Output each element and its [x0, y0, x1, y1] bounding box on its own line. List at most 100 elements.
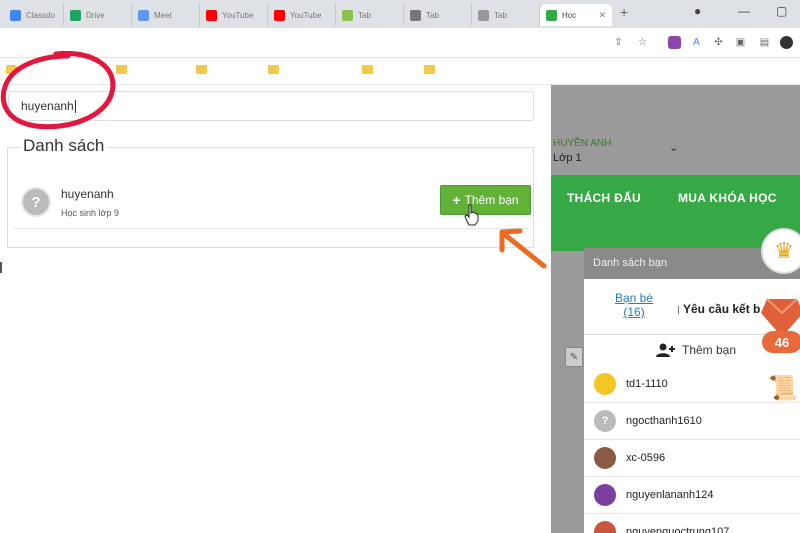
friend-avatar	[594, 484, 616, 506]
search-input-value: huyenanh	[21, 99, 74, 113]
profile-icon[interactable]: ●	[694, 4, 701, 18]
browser-tab[interactable]: Tab	[404, 4, 472, 26]
browser-tab[interactable]: Meet	[132, 4, 200, 26]
browser-tab[interactable]: YouTube	[268, 4, 336, 26]
tab-favicon-icon	[410, 9, 421, 21]
current-username: HUYỀN ANH	[553, 138, 612, 149]
folder-icon	[362, 65, 373, 74]
tab-title: YouTube	[222, 10, 254, 20]
hand-cursor-icon	[464, 204, 479, 226]
tab-title: Meet	[154, 10, 172, 20]
avatar-icon[interactable]	[780, 36, 793, 49]
tab-favicon-icon	[70, 9, 81, 21]
result-username: huyenanh	[61, 187, 114, 201]
text-cursor	[0, 262, 2, 273]
browser-tab[interactable]: Classdo	[4, 4, 64, 26]
bookmark-item[interactable]	[6, 65, 22, 74]
result-row: ? huyenanh Học sinh lớp 9 + Thêm bạn	[14, 173, 531, 229]
result-subtitle: Học sinh lớp 9	[61, 208, 119, 218]
tab-title: Hoc	[562, 10, 577, 20]
tab-title: Tab	[426, 10, 439, 20]
add-friend-button[interactable]: + Thêm bạn	[440, 185, 531, 215]
friends-add-button[interactable]: Thêm bạn	[656, 343, 736, 357]
browser-tab[interactable]: Tab	[472, 4, 540, 26]
folder-icon	[268, 65, 279, 74]
browser-tab[interactable]: YouTube	[200, 4, 268, 26]
nav-challenge[interactable]: THÁCH ĐẤU	[567, 191, 641, 205]
list-item[interactable]: nguyenlananh124	[584, 477, 800, 514]
bookmark-item[interactable]	[424, 65, 440, 74]
tab-favicon-icon	[138, 9, 149, 21]
trophy-icon[interactable]: ♛	[761, 228, 800, 274]
current-class: Lớp 1	[553, 152, 582, 164]
browser-tab[interactable]: Drive	[64, 4, 132, 26]
tab-favicon-icon	[546, 9, 557, 21]
tab-favicon-icon	[342, 9, 353, 21]
plus-icon: +	[452, 192, 461, 208]
tab-title: YouTube	[290, 10, 322, 20]
tab-title: Tab	[358, 10, 371, 20]
list-item[interactable]: ? ngocthanh1610	[584, 403, 800, 440]
tab-favicon-icon	[478, 9, 489, 21]
translate-icon[interactable]: A	[690, 36, 703, 49]
gem-icon[interactable]: 46	[761, 293, 800, 355]
friend-avatar: ?	[594, 410, 616, 432]
gem-count: 46	[775, 335, 789, 350]
share-icon[interactable]: ⇪	[612, 36, 625, 49]
friend-avatar	[594, 521, 616, 533]
tab-favicon-icon	[274, 9, 285, 21]
screen: Classdo Drive Meet YouTube YouTube Tab T…	[0, 0, 800, 533]
clipboard-icon[interactable]: ✎	[565, 347, 583, 367]
tab-friends-count: (16)	[623, 305, 645, 319]
nav-buy-course[interactable]: MUA KHÓA HỌC	[678, 191, 777, 205]
add-user-icon	[656, 343, 675, 357]
search-input[interactable]: huyenanh	[8, 91, 534, 121]
list-item[interactable]: nguyenquoctrung107	[584, 514, 800, 533]
friends-add-label: Thêm bạn	[682, 343, 737, 357]
sidebar-icon[interactable]: ▤	[758, 36, 771, 49]
background-page: HUYỀN ANH Lớp 1 ⌄ THÁCH ĐẤU MUA KHÓA HỌC…	[551, 85, 800, 533]
browser-tabstrip: Classdo Drive Meet YouTube YouTube Tab T…	[0, 0, 800, 28]
folder-icon	[116, 65, 127, 74]
tab-friend-requests[interactable]: Yêu cầu kết b	[683, 302, 760, 316]
friend-avatar	[594, 373, 616, 395]
tab-title: Classdo	[26, 10, 55, 20]
maximize-icon[interactable]: ▢	[776, 4, 787, 18]
download-icon[interactable]: ▣	[734, 36, 747, 49]
list-item[interactable]: xc-0596	[584, 440, 800, 477]
folder-icon	[196, 65, 207, 74]
star-icon[interactable]: ☆	[636, 36, 649, 49]
bookmark-item[interactable]	[362, 65, 378, 74]
friend-name: xc-0596	[626, 452, 666, 464]
tab-title: Drive	[86, 10, 105, 20]
friend-name: nguyenquoctrung107	[626, 526, 730, 533]
tab-favicon-icon	[10, 9, 21, 21]
tab-divider	[678, 306, 679, 314]
text-cursor	[74, 100, 76, 114]
new-tab-icon[interactable]: +	[620, 4, 628, 20]
folder-icon	[6, 65, 17, 74]
close-icon[interactable]: ✕	[598, 10, 606, 21]
address-bar[interactable]: ⇪ ☆ A ✣ ▣ ▤	[0, 28, 800, 58]
results-legend: Danh sách	[20, 136, 108, 156]
puzzle-icon[interactable]: ✣	[712, 36, 725, 49]
browser-tab[interactable]: Tab	[336, 4, 404, 26]
minimize-icon[interactable]: —	[738, 4, 750, 18]
tab-friends[interactable]: Bạn bè (16)	[615, 291, 653, 319]
folder-icon	[424, 65, 435, 74]
extension-icon[interactable]	[668, 36, 681, 49]
friend-name: ngocthanh1610	[626, 415, 702, 427]
bookmark-item[interactable]	[268, 65, 284, 74]
bookmark-item[interactable]	[116, 65, 132, 74]
chevron-down-icon[interactable]: ⌄	[669, 141, 678, 154]
friend-name: td1-1110	[626, 378, 668, 390]
bookmark-item[interactable]	[196, 65, 212, 74]
tab-favicon-icon	[206, 9, 217, 21]
friend-avatar	[594, 447, 616, 469]
browser-tab-active[interactable]: Hoc ✕	[540, 4, 612, 26]
tab-title: Tab	[494, 10, 507, 20]
tab-friends-label: Bạn bè	[615, 291, 654, 305]
scroll-icon[interactable]: 📜	[761, 368, 800, 408]
friend-name: nguyenlananh124	[626, 489, 714, 501]
search-results-panel: Danh sách ? huyenanh Học sinh lớp 9 + Th…	[7, 136, 534, 248]
